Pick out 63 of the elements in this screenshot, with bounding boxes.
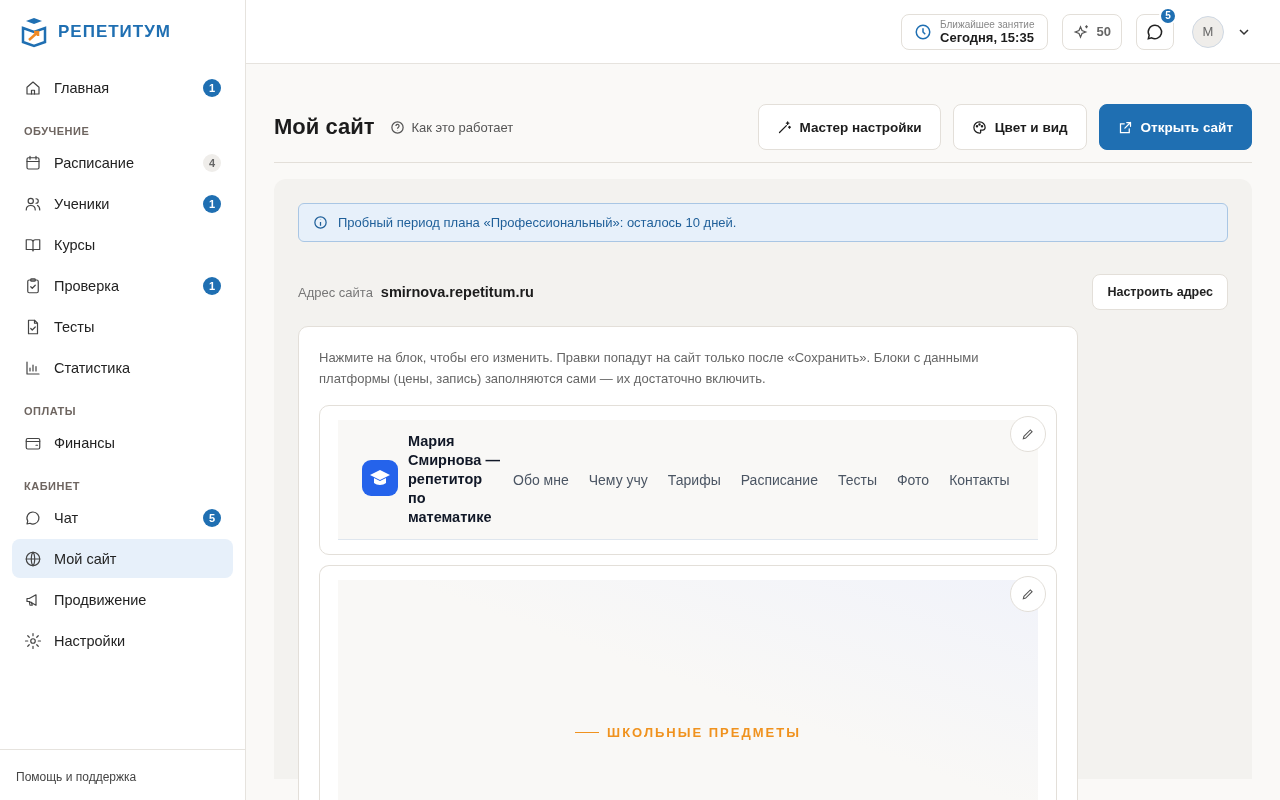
help-link[interactable]: Помощь и поддержка: [16, 770, 137, 784]
clock-icon: [914, 22, 933, 41]
count-badge: 1: [203, 276, 221, 295]
globe-icon: [24, 549, 42, 568]
count-badge: 4: [203, 153, 221, 172]
site-menu-link[interactable]: Фото: [896, 471, 930, 488]
count-badge: 5: [203, 508, 221, 527]
info-icon: [313, 215, 328, 230]
hero-eyebrow: ШКОЛЬНЫЕ ПРЕДМЕТЫ: [575, 725, 801, 740]
header-block[interactable]: Мария Смирнова — репетитор по математике Обо мне Чему учу Тарифы Расписание Тесты Фото Контакты: [319, 405, 1057, 555]
next-lesson-chip[interactable]: Ближайшее занятие Сегодня, 15:35: [901, 13, 1048, 50]
sidebar-item[interactable]: Ученики 1: [12, 184, 233, 223]
chat-icon: [24, 508, 42, 527]
magic-wand-icon: [776, 119, 792, 135]
sidebar-item[interactable]: Статистика: [12, 348, 233, 387]
sparkle-icon: [1072, 22, 1091, 41]
section-heading: ОПЛАТЫ: [23, 404, 78, 419]
sidebar-item[interactable]: Проверка 1: [12, 266, 233, 305]
site-menu-link[interactable]: Тесты: [837, 471, 877, 488]
address-label: Адрес сайта: [298, 284, 373, 300]
palette-icon: [971, 119, 987, 135]
section-heading: ОБУЧЕНИЕ: [23, 124, 91, 139]
pencil-icon: [1021, 587, 1035, 601]
site-menu-link[interactable]: Расписание: [740, 471, 818, 488]
site-menu-link[interactable]: Чему учу: [588, 471, 648, 488]
sidebar-item[interactable]: Чат 5: [12, 498, 233, 537]
action-button[interactable]: Мастер настройки: [757, 104, 941, 150]
help-icon: [390, 119, 406, 135]
help-link[interactable]: Как это работает: [390, 119, 514, 135]
graduation-cap-icon: [362, 459, 398, 496]
avatar[interactable]: М: [1192, 15, 1224, 48]
sidebar-item[interactable]: Главная 1: [12, 68, 233, 107]
page-title: Мой сайт: [274, 114, 375, 140]
site-menu-link[interactable]: Обо мне: [513, 471, 569, 488]
logo-icon: [20, 16, 48, 48]
section-heading: КАБИНЕТ: [23, 479, 81, 494]
pencil-icon: [1021, 427, 1035, 441]
site-menu-link[interactable]: Тарифы: [667, 471, 721, 488]
sidebar-item[interactable]: Курсы: [12, 225, 233, 264]
configure-address-button[interactable]: Настроить адрес: [1092, 274, 1228, 310]
sidebar-item[interactable]: Расписание 4: [12, 143, 233, 182]
action-button[interactable]: Цвет и вид: [952, 104, 1087, 150]
sidebar-item[interactable]: Продвижение: [12, 580, 233, 619]
action-button[interactable]: Открыть сайт: [1098, 104, 1252, 150]
editor-hint: Нажмите на блок, чтобы его изменить. Правки попадут на сайт только после «Сохранить». Блоки с данными платформы (цены, запись) заполняются сами — их достаточно включить.: [319, 349, 980, 388]
sidebar-item[interactable]: Мой сайт: [12, 539, 233, 578]
clipboard-icon: [24, 276, 42, 295]
count-badge: 1: [203, 78, 221, 97]
count-badge: 5: [1159, 6, 1177, 25]
sidebar-item[interactable]: Настройки: [12, 621, 233, 660]
sidebar-item[interactable]: Финансы: [12, 423, 233, 462]
calendar-icon: [24, 153, 42, 172]
external-link-icon: [1117, 119, 1133, 135]
brand-name: РЕПЕТИТУМ: [58, 22, 171, 42]
site-title: Мария Смирнова — репетитор по математике: [408, 432, 501, 527]
edit-button[interactable]: [1010, 576, 1046, 612]
notice-text: Пробный период плана «Профессиональный»: осталось 10 дней.: [338, 215, 737, 230]
edit-button[interactable]: [1010, 416, 1046, 452]
site-address: smirnova.repetitum.ru: [380, 284, 534, 300]
points-chip[interactable]: 50: [1061, 13, 1122, 50]
site-menu-link[interactable]: Контакты: [949, 471, 1010, 488]
count-badge: 1: [203, 194, 221, 213]
sidebar-item[interactable]: Тесты: [12, 307, 233, 346]
